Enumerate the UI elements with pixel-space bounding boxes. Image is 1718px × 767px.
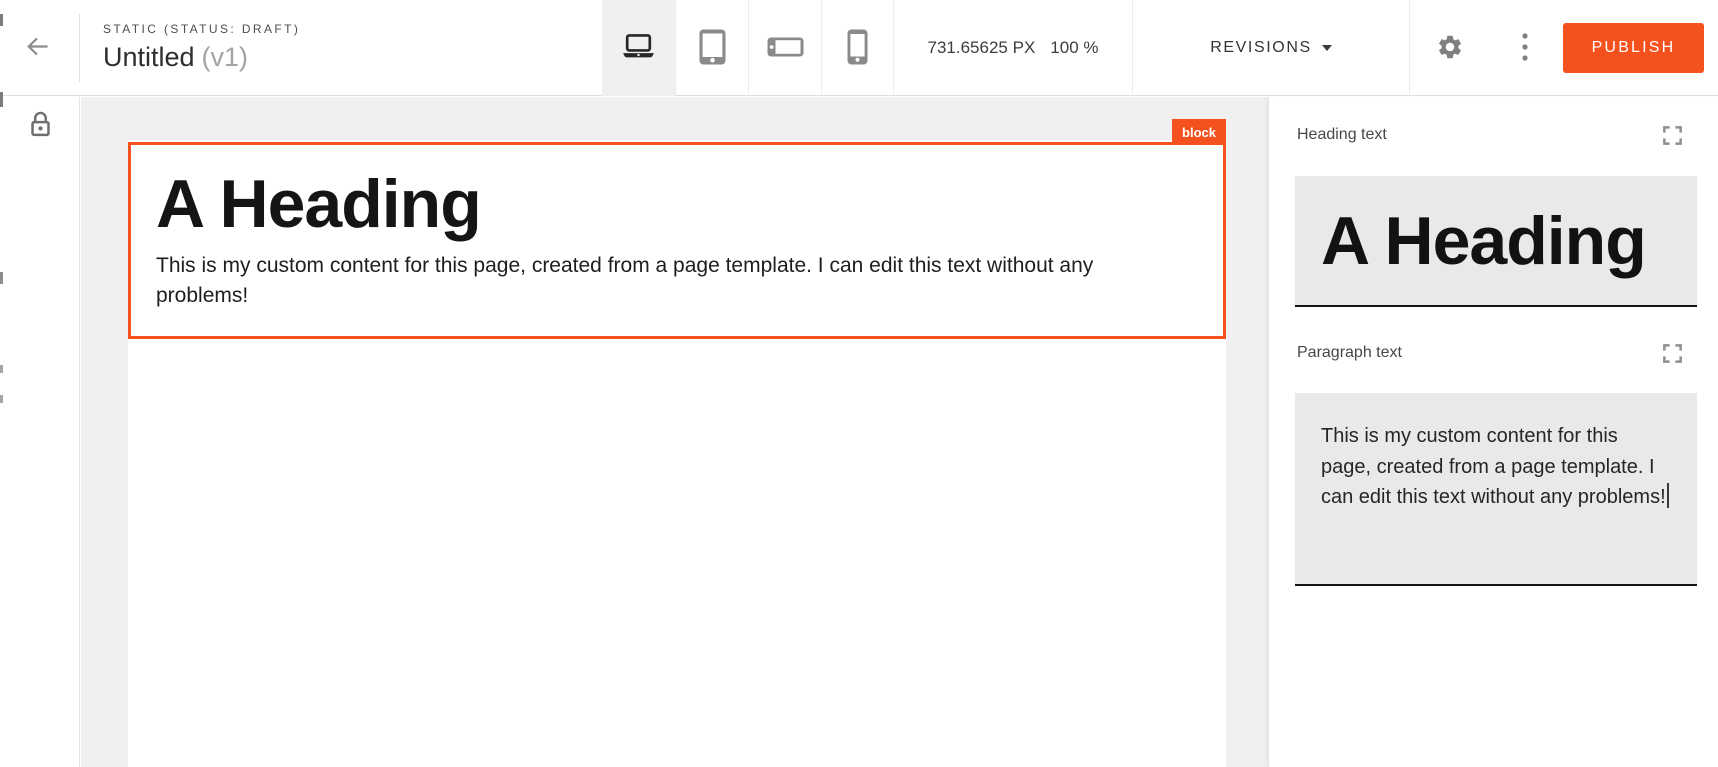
document-title-text: Untitled — [103, 42, 195, 72]
phone-portrait-icon — [847, 29, 868, 68]
document-status: STATIC (STATUS: DRAFT) — [103, 22, 300, 36]
device-tablet-button[interactable] — [675, 0, 748, 96]
lock-icon — [26, 109, 55, 145]
publish-button[interactable]: PUBLISH — [1563, 23, 1704, 73]
phone-landscape-icon — [767, 37, 804, 60]
device-mobile-landscape-button[interactable] — [748, 0, 821, 96]
device-desktop-button[interactable] — [602, 0, 675, 96]
expand-field-button[interactable] — [1659, 124, 1685, 150]
topbar: STATIC (STATUS: DRAFT) Untitled(v1) — [0, 0, 1718, 96]
screen-edge-artifact — [0, 14, 3, 26]
field-label-heading-text: Heading text — [1297, 126, 1387, 144]
screen-edge-artifact — [0, 395, 3, 403]
text-cursor — [1667, 483, 1669, 508]
laptop-icon — [620, 33, 657, 63]
expand-field-button[interactable] — [1659, 342, 1685, 368]
kebab-menu-icon — [1521, 32, 1529, 65]
chevron-down-icon — [1322, 45, 1332, 51]
screen-edge-artifact — [0, 365, 3, 373]
revisions-dropdown[interactable]: REVISIONS — [1133, 0, 1410, 96]
viewport-width-value: 731.65625 PX — [928, 38, 1036, 58]
arrow-left-icon — [24, 33, 51, 63]
revisions-label: REVISIONS — [1210, 39, 1312, 57]
tablet-icon — [699, 29, 726, 68]
more-options-button[interactable] — [1503, 26, 1547, 70]
viewport-info: 731.65625 PX 100 % — [894, 0, 1133, 96]
screen-edge-artifact — [0, 272, 3, 284]
field-label-paragraph-text: Paragraph text — [1297, 344, 1402, 362]
preview-page[interactable]: block A Heading This is my custom conten… — [128, 140, 1226, 767]
selected-block-outline[interactable]: block A Heading This is my custom conten… — [128, 142, 1226, 339]
block-edit-sidebar: Heading text A Heading Paragraph text Th… — [1268, 97, 1718, 767]
settings-button[interactable] — [1428, 26, 1472, 70]
zoom-level-value: 100 % — [1050, 38, 1098, 58]
screen-edge-artifact — [0, 92, 3, 107]
heading-text-field[interactable]: A Heading — [1295, 176, 1697, 307]
left-rail — [0, 97, 80, 767]
paragraph-text-field[interactable]: This is my custom content for this page,… — [1295, 393, 1697, 586]
gear-icon — [1436, 33, 1464, 64]
fullscreen-icon — [1661, 342, 1684, 368]
back-button[interactable] — [13, 24, 61, 72]
paragraph-field-value: This is my custom content for this page,… — [1321, 425, 1666, 508]
page-heading[interactable]: A Heading — [156, 167, 1223, 241]
device-mobile-portrait-button[interactable] — [821, 0, 894, 96]
fullscreen-icon — [1661, 124, 1684, 150]
heading-field-value: A Heading — [1295, 202, 1646, 280]
document-version: (v1) — [202, 42, 249, 72]
lock-button[interactable] — [25, 110, 55, 144]
visual-editor: STATIC (STATUS: DRAFT) Untitled(v1) — [0, 0, 1718, 767]
preview-canvas: block A Heading This is my custom conten… — [81, 97, 1268, 767]
block-tag[interactable]: block — [1172, 119, 1226, 145]
topbar-divider — [79, 14, 80, 82]
document-info: STATIC (STATUS: DRAFT) Untitled(v1) — [103, 22, 300, 73]
document-title: Untitled(v1) — [103, 42, 300, 73]
page-paragraph[interactable]: This is my custom content for this page,… — [156, 251, 1141, 311]
device-preview-switcher — [602, 0, 894, 96]
